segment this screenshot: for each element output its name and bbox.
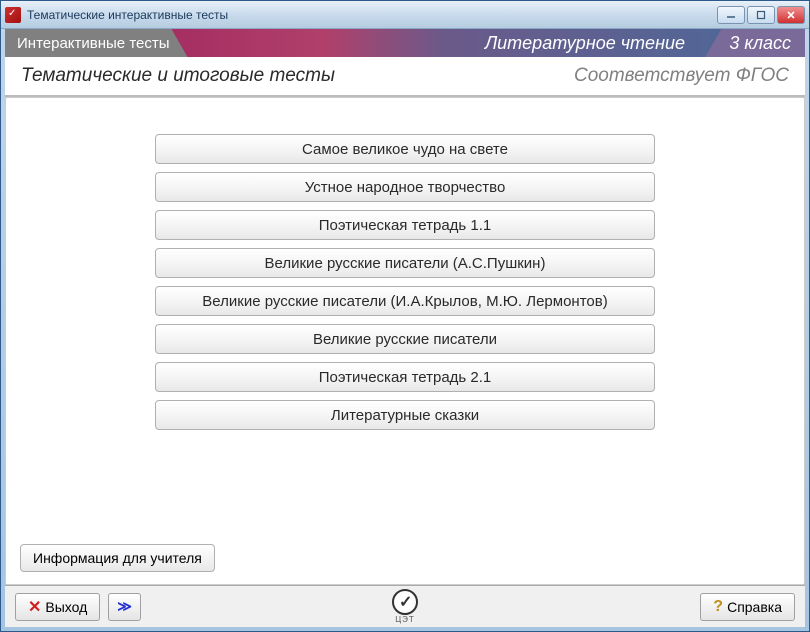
header-grade-label: 3 класс: [729, 33, 791, 54]
page-title: Тематические и итоговые тесты: [21, 65, 335, 87]
topic-item[interactable]: Поэтическая тетрадь 2.1: [155, 362, 655, 392]
check-circle-icon: [392, 589, 418, 615]
topic-label: Поэтическая тетрадь 2.1: [319, 369, 492, 386]
header-banner: Интерактивные тесты Литературное чтение …: [5, 29, 805, 57]
topic-label: Самое великое чудо на свете: [302, 141, 508, 158]
subtitle-row: Тематические и итоговые тесты Соответств…: [5, 57, 805, 97]
chevron-right-icon: ≫: [117, 598, 132, 615]
fgos-badge: Соответствует ФГОС: [574, 65, 789, 87]
next-button[interactable]: ≫: [108, 593, 141, 621]
header-subject: Литературное чтение: [485, 33, 685, 54]
topic-item[interactable]: Литературные сказки: [155, 400, 655, 430]
topic-label: Устное народное творчество: [305, 179, 506, 196]
exit-label: Выход: [45, 599, 87, 615]
app-icon: [5, 7, 21, 23]
topic-label: Великие русские писатели (И.А.Крылов, М.…: [202, 293, 607, 310]
app-window: Тематические интерактивные тесты Интерак…: [0, 0, 810, 632]
teacher-info-button[interactable]: Информация для учителя: [20, 544, 215, 572]
close-button[interactable]: [777, 6, 805, 24]
topic-item[interactable]: Поэтическая тетрадь 1.1: [155, 210, 655, 240]
topic-item[interactable]: Самое великое чудо на свете: [155, 134, 655, 164]
footer-logo-caption: ЦЭТ: [392, 615, 418, 624]
footer-bar: ✕ Выход ≫ ЦЭТ ? Справка: [5, 585, 805, 627]
header-grade: 3 класс: [705, 29, 805, 57]
minimize-button[interactable]: [717, 6, 745, 24]
header-tab: Интерактивные тесты: [5, 29, 188, 57]
titlebar: Тематические интерактивные тесты: [1, 1, 809, 29]
topic-item[interactable]: Великие русские писатели (А.С.Пушкин): [155, 248, 655, 278]
topic-label: Поэтическая тетрадь 1.1: [319, 217, 492, 234]
minimize-icon: [726, 10, 736, 20]
topic-item[interactable]: Устное народное творчество: [155, 172, 655, 202]
help-icon: ?: [713, 598, 723, 616]
maximize-icon: [756, 10, 766, 20]
exit-button[interactable]: ✕ Выход: [15, 593, 100, 621]
maximize-button[interactable]: [747, 6, 775, 24]
header-tab-label: Интерактивные тесты: [17, 35, 170, 52]
topic-item[interactable]: Великие русские писатели (И.А.Крылов, М.…: [155, 286, 655, 316]
topic-label: Великие русские писатели (А.С.Пушкин): [265, 255, 546, 272]
client-area: Интерактивные тесты Литературное чтение …: [5, 29, 805, 627]
help-label: Справка: [727, 599, 782, 615]
main-frame: Самое великое чудо на свете Устное народ…: [5, 97, 805, 585]
teacher-info-label: Информация для учителя: [33, 550, 202, 566]
footer-logo: ЦЭТ: [392, 589, 418, 624]
topic-label: Литературные сказки: [331, 407, 479, 424]
exit-icon: ✕: [28, 597, 41, 617]
help-button[interactable]: ? Справка: [700, 593, 795, 621]
topic-label: Великие русские писатели: [313, 331, 497, 348]
topic-list: Самое великое чудо на свете Устное народ…: [155, 134, 655, 430]
window-title: Тематические интерактивные тесты: [27, 8, 228, 22]
topic-item[interactable]: Великие русские писатели: [155, 324, 655, 354]
close-icon: [786, 10, 796, 20]
